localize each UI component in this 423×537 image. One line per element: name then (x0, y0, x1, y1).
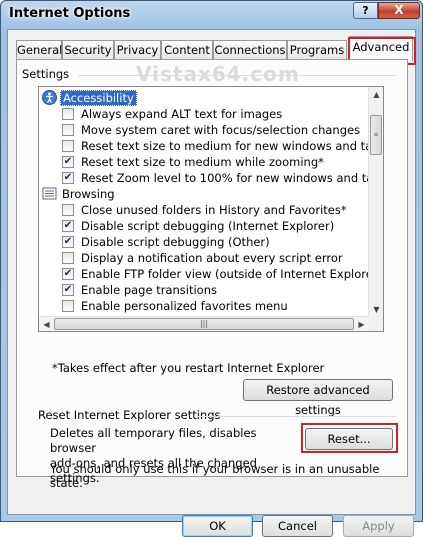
settings-divider (78, 75, 396, 76)
setting-label: Disable script debugging (Other) (81, 235, 270, 249)
setting-label: Close unused folders in History and Favo… (81, 203, 347, 217)
checkbox[interactable] (62, 140, 74, 152)
reset-divider (198, 416, 396, 417)
scrollbar-corner (368, 316, 383, 331)
restore-advanced-settings-button[interactable]: Restore advanced settings (243, 379, 393, 417)
vertical-scroll-thumb[interactable]: ≡ (370, 115, 382, 155)
setting-label: Enable personalized favorites menu (81, 299, 288, 313)
tab-general[interactable]: General (16, 40, 62, 60)
horizontal-scrollbar[interactable]: ◀ ||| ▶ (39, 316, 369, 331)
window-title: Internet Options (9, 6, 131, 21)
checkbox[interactable] (62, 204, 74, 216)
watermark: Vistax64.com (136, 62, 300, 86)
settings-tree[interactable]: Accessibility Always expand ALT text for… (38, 86, 384, 332)
browsing-icon (42, 187, 57, 200)
setting-label: Move system caret with focus/selection c… (81, 123, 361, 137)
setting-label: Reset Zoom level to 100% for new windows… (81, 171, 384, 185)
setting-label: Display a notification about every scrip… (81, 251, 343, 265)
checkbox-checked[interactable]: ✔ (62, 268, 74, 280)
setting-item[interactable]: ✔ Enable FTP folder view (outside of Int… (39, 266, 382, 282)
settings-group-label: Settings (22, 67, 70, 81)
category-label-accessibility: Accessibility (60, 90, 137, 106)
checkbox-checked[interactable]: ✔ (62, 156, 74, 168)
checkbox-checked[interactable]: ✔ (62, 220, 74, 232)
scroll-left-icon[interactable]: ◀ (39, 317, 54, 331)
apply-button[interactable]: Apply (343, 515, 414, 537)
scroll-right-icon[interactable]: ▶ (354, 317, 369, 331)
tab-privacy[interactable]: Privacy (114, 40, 161, 60)
tab-programs[interactable]: Programs (287, 40, 347, 60)
category-accessibility[interactable]: Accessibility (39, 90, 369, 106)
internet-options-window: Internet Options ? X General Security Pr… (0, 0, 423, 537)
setting-label: Reset text size to medium while zooming* (81, 155, 324, 169)
cancel-button[interactable]: Cancel (262, 515, 333, 537)
category-label-browsing: Browsing (62, 187, 115, 201)
setting-item[interactable]: Move system caret with focus/selection c… (39, 122, 369, 138)
setting-item[interactable]: Enable personalized favorites menu (39, 298, 369, 314)
reset-description-line: Deletes all temporary files, disables br… (50, 426, 257, 455)
setting-label: Always expand ALT text for images (81, 107, 283, 121)
setting-item[interactable]: Reset text size to medium for new window… (39, 138, 383, 154)
category-browsing[interactable]: Browsing (39, 186, 369, 202)
reset-button[interactable]: Reset... (305, 428, 393, 450)
setting-item[interactable]: ✔ Disable script debugging (Internet Exp… (39, 218, 369, 234)
ok-button[interactable]: OK (182, 515, 253, 537)
setting-item[interactable]: Always expand ALT text for images (39, 106, 369, 122)
checkbox-checked[interactable]: ✔ (62, 172, 74, 184)
checkbox[interactable] (62, 124, 74, 136)
setting-item[interactable]: ✔ Enable page transitions (39, 282, 369, 298)
accessibility-icon (42, 90, 57, 105)
setting-item[interactable]: Close unused folders in History and Favo… (39, 202, 369, 218)
checkbox[interactable] (62, 252, 74, 264)
tab-content[interactable]: Content (161, 40, 213, 60)
reset-group-label: Reset Internet Explorer settings (38, 408, 221, 422)
setting-item[interactable]: ✔ Disable script debugging (Other) (39, 234, 369, 250)
help-button[interactable]: ? (353, 2, 378, 19)
checkbox[interactable] (62, 300, 74, 312)
tab-security[interactable]: Security (62, 40, 114, 60)
dialog-client-area: General Security Privacy Content Connect… (7, 29, 416, 537)
checkbox-checked[interactable]: ✔ (62, 236, 74, 248)
reset-warning: You should only use this if your browser… (50, 462, 380, 490)
title-bar[interactable]: Internet Options ? X (1, 1, 422, 29)
checkbox[interactable] (62, 108, 74, 120)
setting-label: Enable FTP folder view (outside of Inter… (81, 267, 382, 281)
setting-label: Reset text size to medium for new window… (81, 139, 384, 153)
close-button[interactable]: X (378, 2, 420, 19)
setting-item[interactable]: ✔ Reset Zoom level to 100% for new windo… (39, 170, 383, 186)
horizontal-scroll-thumb[interactable]: ||| (54, 318, 354, 330)
setting-item[interactable]: Display a notification about every scrip… (39, 250, 369, 266)
scroll-down-icon[interactable]: ▼ (369, 302, 383, 317)
setting-label: Disable script debugging (Internet Explo… (81, 219, 335, 233)
scroll-up-icon[interactable]: ▲ (369, 87, 383, 102)
vertical-scrollbar[interactable]: ▲ ≡ ▼ (368, 87, 383, 317)
checkbox-checked[interactable]: ✔ (62, 284, 74, 296)
restart-footnote: *Takes effect after you restart Internet… (52, 361, 325, 375)
setting-item[interactable]: ✔ Reset text size to medium while zoomin… (39, 154, 369, 170)
setting-label: Enable page transitions (81, 283, 217, 297)
tab-connections[interactable]: Connections (213, 40, 287, 60)
